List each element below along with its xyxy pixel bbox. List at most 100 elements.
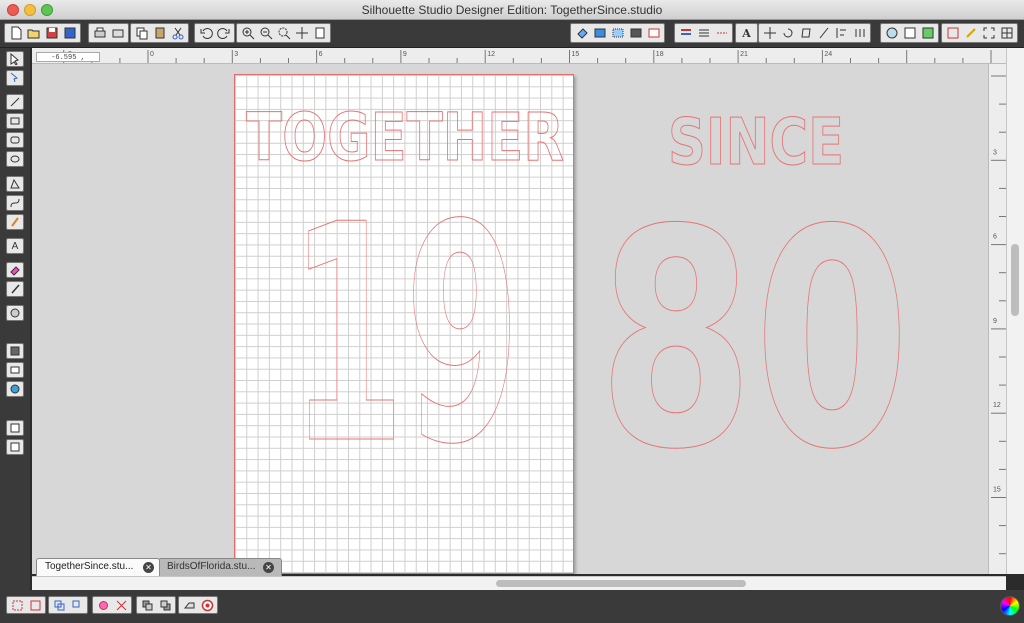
vertical-scrollbar[interactable] <box>1006 48 1024 574</box>
sketch-icon[interactable] <box>962 25 979 41</box>
group-icon[interactable] <box>9 598 25 612</box>
shear-icon[interactable] <box>797 25 814 41</box>
ruler-label: 21 <box>740 51 748 58</box>
fit-page-icon[interactable] <box>311 25 328 41</box>
bottom-toolbar <box>0 590 1024 623</box>
undo-icon[interactable] <box>197 25 214 41</box>
trace-icon[interactable] <box>944 25 961 41</box>
weld-icon[interactable] <box>95 598 111 612</box>
paste-icon[interactable] <box>151 25 168 41</box>
ruler-label: 6 <box>993 234 997 241</box>
library-icon[interactable] <box>6 343 24 359</box>
open-icon[interactable] <box>25 25 42 41</box>
fill-icon[interactable] <box>573 25 590 41</box>
pattern-icon[interactable] <box>609 25 626 41</box>
zoom-in-icon[interactable] <box>239 25 256 41</box>
ruler-label: 6 <box>319 51 323 58</box>
rotate-icon[interactable] <box>779 25 796 41</box>
vertical-scroll-thumb[interactable] <box>1011 244 1019 316</box>
ungroup-icon[interactable] <box>27 598 43 612</box>
close-icon[interactable]: ✕ <box>263 562 274 573</box>
cut-style-icon[interactable] <box>713 25 730 41</box>
line-weight-icon[interactable] <box>695 25 712 41</box>
copy-icon[interactable] <box>133 25 150 41</box>
gradient-icon[interactable] <box>627 25 644 41</box>
zoom-select-icon[interactable] <box>275 25 292 41</box>
curve-icon[interactable] <box>6 195 24 211</box>
design-digits-80[interactable]: 80 <box>598 166 911 516</box>
transform-group <box>758 23 871 43</box>
target-icon[interactable] <box>199 598 215 612</box>
store-icon[interactable] <box>6 362 24 378</box>
ruler-label: 18 <box>656 51 664 58</box>
send-tools <box>178 596 218 614</box>
clipboard-group <box>130 23 189 43</box>
cut-icon[interactable] <box>169 25 186 41</box>
silhouette-icon[interactable] <box>6 381 24 397</box>
save-library-icon[interactable] <box>61 25 78 41</box>
line-icon[interactable] <box>6 94 24 110</box>
pan-icon[interactable] <box>293 25 310 41</box>
align-icon[interactable] <box>833 25 850 41</box>
coordinate-readout: -6.595 , -0.740 <box>36 52 100 72</box>
polygon-icon[interactable] <box>6 176 24 192</box>
replicate-icon[interactable] <box>851 25 868 41</box>
design-overlay: TOGETHER SINCE 19 80 <box>246 99 911 516</box>
bring-front-icon[interactable] <box>139 598 155 612</box>
history-group <box>194 23 235 43</box>
ruler-label: 3 <box>234 51 238 58</box>
line-style-icon[interactable] <box>677 25 694 41</box>
freehand-icon[interactable] <box>6 214 24 230</box>
move-icon[interactable] <box>761 25 778 41</box>
design-digits-19[interactable]: 19 <box>290 161 521 511</box>
grid-icon[interactable] <box>998 25 1015 41</box>
title-bar: Silhouette Studio Designer Edition: Toge… <box>0 0 1024 20</box>
paint-icon[interactable] <box>6 305 24 321</box>
side-ruler-ticks: 3 6 9 12 15 <box>991 75 1006 555</box>
save-icon[interactable] <box>43 25 60 41</box>
knife-icon[interactable] <box>6 281 24 297</box>
send-back-icon[interactable] <box>157 598 173 612</box>
ruler-label: 24 <box>824 51 832 58</box>
horizontal-scroll-thumb[interactable] <box>496 580 746 587</box>
cut-settings-icon[interactable] <box>901 25 918 41</box>
ruler-label: 15 <box>993 487 1001 494</box>
print-group <box>88 23 129 43</box>
registration-icon[interactable] <box>919 25 936 41</box>
design-canvas[interactable]: TOGETHER SINCE 19 80 <box>32 64 988 574</box>
send-silhouette-icon[interactable] <box>181 598 197 612</box>
rectangle-icon[interactable] <box>6 113 24 129</box>
zoom-out-icon[interactable] <box>257 25 274 41</box>
close-icon[interactable]: ✕ <box>143 562 154 573</box>
horizontal-scrollbar[interactable] <box>32 576 1006 590</box>
fullscreen-icon[interactable] <box>980 25 997 41</box>
panel-icon[interactable] <box>6 439 24 455</box>
shadow-icon[interactable] <box>645 25 662 41</box>
page-settings-icon[interactable] <box>883 25 900 41</box>
line-color-icon[interactable] <box>591 25 608 41</box>
ruler-label: 3 <box>993 149 997 156</box>
color-wheel-icon[interactable] <box>1000 596 1020 616</box>
text-tool-icon[interactable]: A <box>6 238 24 254</box>
text-icon[interactable]: A <box>738 25 755 41</box>
print-cut-icon[interactable] <box>109 25 126 41</box>
eraser-icon[interactable] <box>6 262 24 278</box>
offset-icon[interactable] <box>113 598 129 612</box>
layers-icon[interactable] <box>6 420 24 436</box>
edit-points-icon[interactable] <box>6 70 24 86</box>
fill-group <box>570 23 665 43</box>
slant-icon[interactable] <box>815 25 832 41</box>
rounded-rect-icon[interactable] <box>6 132 24 148</box>
print-icon[interactable] <box>91 25 108 41</box>
main-toolbar: A <box>0 20 1024 48</box>
select-icon[interactable] <box>6 51 24 67</box>
new-icon[interactable] <box>7 25 24 41</box>
release-compound-icon[interactable] <box>69 598 85 612</box>
redo-icon[interactable] <box>215 25 232 41</box>
tab-together-since[interactable]: TogetherSince.stu... ✕ <box>36 558 160 576</box>
group-tools <box>6 596 46 614</box>
tab-birds-of-florida[interactable]: BirdsOfFlorida.stu... ✕ <box>158 558 282 576</box>
panel-group <box>880 23 939 43</box>
ellipse-icon[interactable] <box>6 151 24 167</box>
compound-icon[interactable] <box>51 598 67 612</box>
